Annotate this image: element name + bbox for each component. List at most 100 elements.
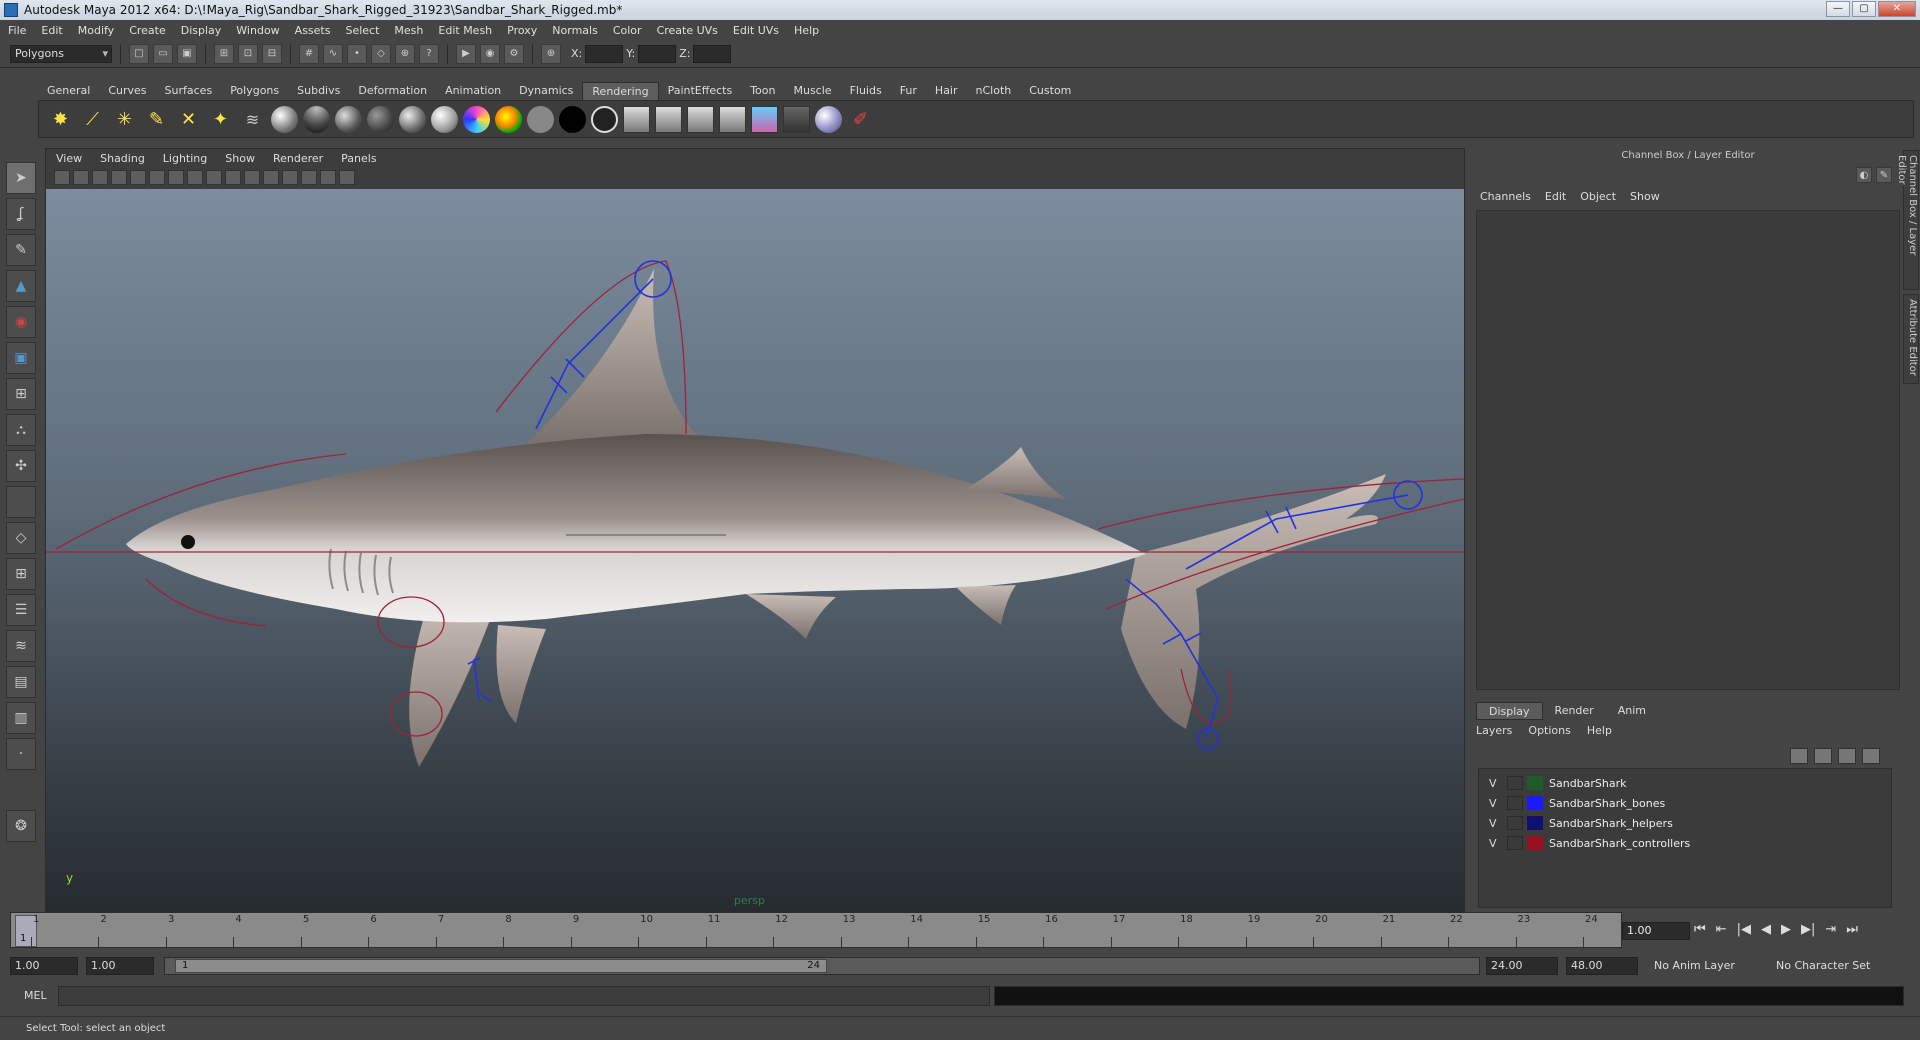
layer-color-swatch[interactable] [1527, 836, 1543, 850]
spot-light-icon[interactable]: ✎ [143, 106, 170, 133]
select-by-object-icon[interactable]: ⊡ [238, 43, 258, 64]
channel-box-area[interactable] [1476, 210, 1900, 690]
vp-menu-lighting[interactable]: Lighting [163, 152, 207, 165]
render-current-frame-icon[interactable]: ▶ [456, 43, 476, 64]
go-to-start-icon[interactable]: ⏮ [1694, 922, 1706, 937]
select-by-hierarchy-icon[interactable]: ⊞ [214, 43, 234, 64]
scale-tool-icon[interactable]: ▣ [6, 342, 36, 374]
anisotropic-material-icon[interactable] [399, 105, 426, 133]
move-tool-icon[interactable]: ▲ [6, 270, 36, 302]
menu-proxy[interactable]: Proxy [507, 24, 537, 37]
shelf-tab-custom[interactable]: Custom [1020, 82, 1080, 100]
menu-set-dropdown[interactable]: Polygons [10, 44, 112, 63]
z-field[interactable] [693, 44, 732, 63]
layer-row[interactable]: V SandbarShark_controllers [1479, 833, 1891, 853]
command-language-label[interactable]: MEL [24, 989, 47, 1002]
create-empty-layer-icon[interactable] [1838, 748, 1856, 764]
input-line-icon[interactable]: ⊕ [541, 43, 561, 64]
dope-sheet-layout-icon[interactable]: ▥ [6, 702, 36, 734]
go-to-end-icon[interactable]: ⏭ [1846, 922, 1858, 937]
menu-color[interactable]: Color [613, 24, 642, 37]
playback-end-field[interactable]: 24.00 [1486, 957, 1558, 975]
shelf-tab-fur[interactable]: Fur [891, 82, 926, 100]
layer-color-swatch[interactable] [1527, 816, 1543, 830]
vp-menu-panels[interactable]: Panels [341, 152, 376, 165]
shelf-tab-general[interactable]: General [38, 82, 99, 100]
render-view-icon[interactable] [751, 105, 778, 133]
point-light-icon[interactable]: ✳ [111, 106, 138, 133]
render-settings-icon[interactable]: ⚙ [504, 43, 524, 64]
channel-box-toggle-icon[interactable]: ◐ [1856, 167, 1872, 183]
time-slider[interactable]: 1 1 2 3 4 5 6 7 8 9 10 11 12 13 14 15 16 17 18 19 20 21 22 23 2… [10, 912, 1622, 949]
play-forwards-icon[interactable]: ▶ [1781, 922, 1791, 937]
xray-icon[interactable] [301, 169, 317, 185]
step-forward-key-icon[interactable]: ⇥ [1825, 922, 1836, 937]
snap-point-icon[interactable]: • [347, 43, 367, 64]
menu-help[interactable]: Help [794, 24, 819, 37]
layout-more-icon[interactable]: · [6, 738, 36, 770]
camera-icon[interactable]: ≋ [239, 106, 266, 133]
image-plane-icon[interactable] [111, 169, 127, 185]
shelf-tab-curves[interactable]: Curves [99, 82, 155, 100]
ipr-render-shelf-icon[interactable] [655, 105, 682, 133]
phonge-material-icon[interactable] [367, 105, 394, 133]
vp-menu-renderer[interactable]: Renderer [273, 152, 323, 165]
move-layer-up-icon[interactable] [1790, 748, 1808, 764]
select-tool-icon[interactable]: ➤ [6, 162, 36, 194]
side-tab-attribute-editor[interactable]: Attribute Editor [1903, 294, 1919, 384]
snap-grid-icon[interactable]: # [299, 43, 319, 64]
shelf-tab-polygons[interactable]: Polygons [221, 82, 288, 100]
layer-row[interactable]: V SandbarShark [1479, 773, 1891, 793]
cb-menu-show[interactable]: Show [1630, 190, 1660, 203]
use-background-white-icon[interactable] [591, 105, 618, 133]
layer-visibility-toggle[interactable]: V [1489, 817, 1507, 830]
use-all-lights-icon[interactable] [263, 169, 279, 185]
layer-row[interactable]: V SandbarShark_bones [1479, 793, 1891, 813]
universal-manipulator-icon[interactable]: ⊞ [6, 378, 36, 410]
area-light-icon[interactable]: ✕ [175, 106, 202, 133]
channel-box-pin-icon[interactable]: ✎ [1876, 167, 1892, 183]
high-quality-icon[interactable] [339, 169, 355, 185]
ipr-render-icon[interactable]: ◉ [480, 43, 500, 64]
viewport-canvas[interactable]: y persp [46, 189, 1464, 911]
hypershade-icon[interactable] [719, 105, 746, 133]
layer-row[interactable]: V SandbarShark_helpers [1479, 813, 1891, 833]
bookmarks-icon[interactable] [92, 169, 108, 185]
menu-file[interactable]: File [8, 24, 26, 37]
ambient-light-icon[interactable]: ✸ [47, 106, 74, 133]
shading-map-icon[interactable] [495, 105, 522, 133]
layer-display-type[interactable] [1507, 836, 1523, 850]
shadows-icon[interactable] [282, 169, 298, 185]
side-tab-channel-box[interactable]: Channel Box / Layer Editor [1896, 150, 1919, 290]
menu-mesh[interactable]: Mesh [394, 24, 423, 37]
hypershade-layout-icon[interactable]: ▤ [6, 666, 36, 698]
menu-normals[interactable]: Normals [552, 24, 598, 37]
save-scene-icon[interactable]: ▣ [177, 43, 197, 64]
menu-create[interactable]: Create [129, 24, 166, 37]
layer-color-swatch[interactable] [1527, 776, 1543, 790]
close-button[interactable]: ✕ [1878, 1, 1916, 17]
smooth-shade-icon[interactable] [206, 169, 222, 185]
step-forward-frame-icon[interactable]: ▶| [1801, 922, 1815, 937]
shelf-tab-muscle[interactable]: Muscle [784, 82, 840, 100]
y-field[interactable] [638, 44, 677, 63]
camera-attributes-icon[interactable] [73, 169, 89, 185]
isolate-select-icon[interactable] [320, 169, 336, 185]
range-slider-handle[interactable]: 1 24 [175, 959, 827, 973]
shelf-tab-rendering[interactable]: Rendering [582, 82, 659, 100]
layer-visibility-toggle[interactable]: V [1489, 837, 1507, 850]
surface-shader-icon[interactable] [527, 105, 554, 133]
shelf-tab-ncloth[interactable]: nCloth [967, 82, 1021, 100]
range-slider[interactable]: 1 24 [164, 957, 1480, 975]
snap-plane-icon[interactable]: ◇ [371, 43, 391, 64]
batch-render-icon[interactable] [783, 105, 810, 133]
use-background-icon[interactable] [559, 105, 586, 133]
shelf-tab-subdivs[interactable]: Subdivs [288, 82, 349, 100]
outliner-persp-layout-icon[interactable]: ☰ [6, 594, 36, 626]
menu-assets[interactable]: Assets [295, 24, 331, 37]
cb-menu-channels[interactable]: Channels [1480, 190, 1531, 203]
paint-select-tool-icon[interactable]: ✎ [6, 234, 36, 266]
x-field[interactable] [585, 44, 624, 63]
layer-menu-options[interactable]: Options [1528, 724, 1570, 737]
layer-visibility-toggle[interactable]: V [1489, 777, 1507, 790]
